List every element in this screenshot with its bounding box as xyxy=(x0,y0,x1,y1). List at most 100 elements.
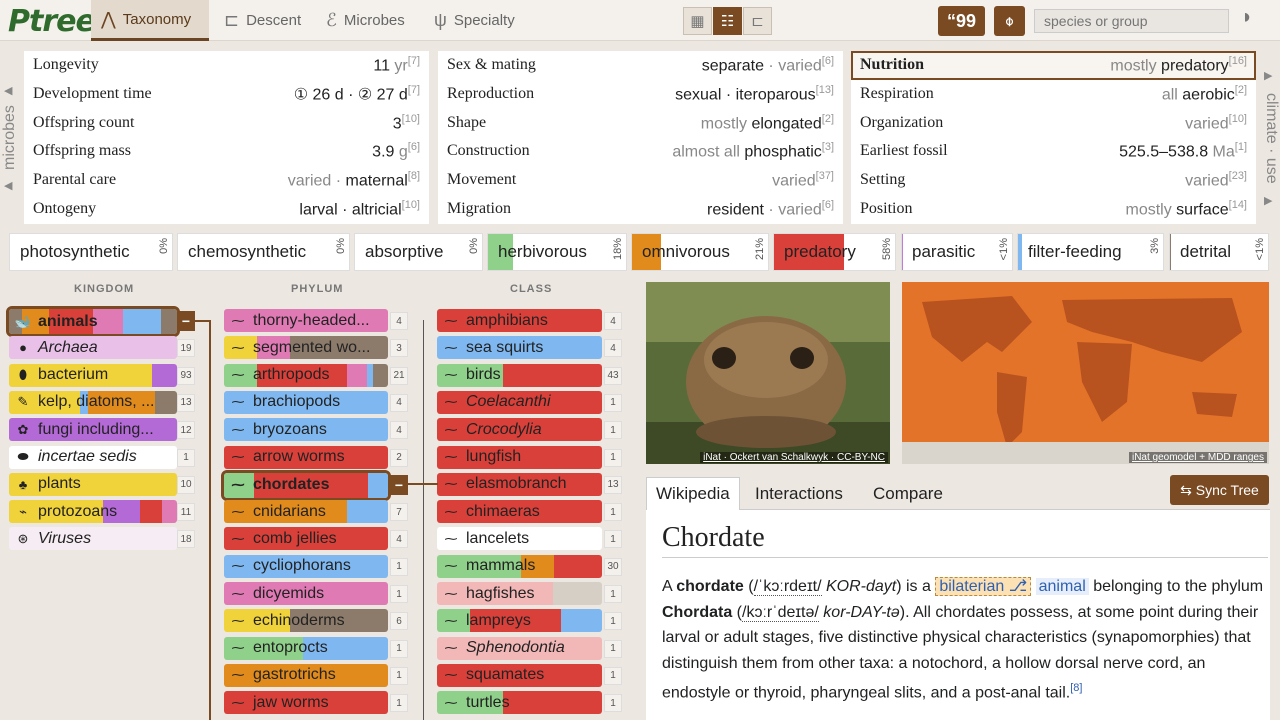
kingdoms-node-viruses[interactable]: ⊛ Viruses xyxy=(9,527,177,551)
fact-ontogeny[interactable]: Ontogeny larval · altricial[10] xyxy=(24,194,429,223)
phyla-node-chordates[interactable]: ⁓ chordates xyxy=(221,469,391,501)
microbes-arrow-down-icon[interactable]: ◀ xyxy=(4,179,12,192)
cite-button[interactable]: “99 xyxy=(938,6,985,36)
photo-caption[interactable]: iNat · Ockert van Schalkwyk · CC-BY-NC xyxy=(700,452,888,463)
search-input[interactable] xyxy=(1034,9,1229,33)
kingdoms-node-animals[interactable]: 🐋 animals xyxy=(6,306,180,337)
phyla-node-thorny-headed-[interactable]: ⁓ thorny-headed... xyxy=(224,309,388,332)
kingdoms-node-archaea[interactable]: ● Archaea xyxy=(9,336,177,360)
ptree-logo[interactable]: Ptree xyxy=(8,4,96,39)
phyla-node-comb-jellies[interactable]: ⁓ comb jellies xyxy=(224,527,388,551)
tab-interactions[interactable]: Interactions xyxy=(746,477,852,510)
species-photo[interactable]: iNat · Ockert van Schalkwyk · CC-BY-NC xyxy=(646,282,890,464)
phyla-node-bryozoans[interactable]: ⁓ bryozoans xyxy=(224,418,388,442)
diet-detrital[interactable]: detrital <1% xyxy=(1169,233,1269,271)
classes-node-sphenodontia[interactable]: ⁓ Sphenodontia xyxy=(437,636,602,660)
classes-node-crocodylia[interactable]: ⁓ Crocodylia xyxy=(437,418,602,442)
collapse-button[interactable]: − xyxy=(177,311,195,331)
classes-node-birds[interactable]: ⁓ birds xyxy=(437,363,602,387)
classes-node-chimaeras[interactable]: ⁓ chimaeras xyxy=(437,500,602,524)
fact-setting[interactable]: Setting varied[23] xyxy=(851,166,1256,195)
range-map[interactable]: iNat geomodel + MDD ranges xyxy=(902,282,1269,464)
fact-longevity[interactable]: Longevity 11 yr[7] xyxy=(24,51,429,80)
tab-wikipedia[interactable]: Wikipedia xyxy=(646,477,740,510)
diet-herbivorous[interactable]: herbivorous 18% xyxy=(487,233,627,271)
climate-use-side-toggle[interactable]: climate · use xyxy=(1262,86,1280,191)
fact-organization[interactable]: Organization varied[10] xyxy=(851,108,1256,137)
fact-sex-mating[interactable]: Sex & mating separate · varied[6] xyxy=(438,51,843,80)
microbes-arrow-up-icon[interactable]: ◀ xyxy=(4,84,12,97)
grid-view-button[interactable]: ▦ xyxy=(683,7,712,35)
kingdoms-node-protozoans[interactable]: ⌁ protozoans xyxy=(9,500,177,524)
classes-node-amphibians[interactable]: ⁓ amphibians xyxy=(437,309,602,332)
fact-respiration[interactable]: Respiration all aerobic[2] xyxy=(851,80,1256,109)
phyla-node-cnidarians[interactable]: ⁓ cnidarians xyxy=(224,500,388,524)
classes-node-mammals[interactable]: ⁓ mammals xyxy=(437,554,602,578)
tab-descent[interactable]: ⊏ Descent xyxy=(214,0,314,41)
classes-node-coelacanthi[interactable]: ⁓ Coelacanthi xyxy=(437,390,602,414)
tab-microbes[interactable]: ℰ Microbes xyxy=(316,0,422,41)
classes-node-hagfishes[interactable]: ⁓ hagfishes xyxy=(437,582,602,605)
diet-omnivorous[interactable]: omnivorous 21% xyxy=(631,233,769,271)
microbes-side-toggle[interactable]: microbes xyxy=(1,98,19,178)
classes-node-turtles[interactable]: ⁓ turtles xyxy=(437,691,602,715)
classes-node-squamates[interactable]: ⁓ squamates xyxy=(437,663,602,687)
node-label: bacterium xyxy=(38,366,109,384)
animal-link[interactable]: animal xyxy=(1035,578,1089,595)
tab-compare[interactable]: Compare xyxy=(864,477,952,510)
fact-reproduction[interactable]: Reproduction sexual · iteroparous[13] xyxy=(438,80,843,109)
fact-position[interactable]: Position mostly surface[14] xyxy=(851,194,1256,223)
map-caption[interactable]: iNat geomodel + MDD ranges xyxy=(1128,452,1267,463)
tab-specialty[interactable]: ψ Specialty xyxy=(424,0,524,41)
phyla-node-entoprocts[interactable]: ⁓ entoprocts xyxy=(224,636,388,660)
kingdoms-node-bacterium[interactable]: ⬮ bacterium xyxy=(9,363,177,387)
diet-photosynthetic[interactable]: photosynthetic 0% xyxy=(9,233,173,271)
phyla-node-arrow-worms[interactable]: ⁓ arrow worms xyxy=(224,445,388,469)
phyla-node-dicyemids[interactable]: ⁓ dicyemids xyxy=(224,582,388,605)
dark-mode-toggle[interactable]: ◗ xyxy=(1241,6,1253,29)
classes-node-lancelets[interactable]: ⁓ lancelets xyxy=(437,527,602,551)
phyla-node-arthropods[interactable]: ⁓ arthropods xyxy=(224,363,388,387)
fact-earliest-fossil[interactable]: Earliest fossil 525.5–538.8 Ma[1] xyxy=(851,137,1256,166)
kingdoms-node-incertae-sedis[interactable]: ⬬ incertae sedis xyxy=(9,445,177,469)
phyla-node-echinoderms[interactable]: ⁓ echinoderms xyxy=(224,609,388,633)
fact-construction[interactable]: Construction almost all phosphatic[3] xyxy=(438,137,843,166)
diet-filter-feeding[interactable]: filter-feeding 3% xyxy=(1017,233,1164,271)
diet-absorptive[interactable]: absorptive 0% xyxy=(354,233,483,271)
fact-shape[interactable]: Shape mostly elongated[2] xyxy=(438,108,843,137)
thermometer-button[interactable]: ⌽ xyxy=(994,6,1025,36)
diet-parasitic[interactable]: parasitic <1% xyxy=(901,233,1013,271)
fact-offspring-mass[interactable]: Offspring mass 3.9 g[6] xyxy=(24,137,429,166)
diet-chemosynthetic[interactable]: chemosynthetic 0% xyxy=(177,233,350,271)
phyla-node-brachiopods[interactable]: ⁓ brachiopods xyxy=(224,390,388,414)
bilaterian-link[interactable]: bilaterian ⎇ xyxy=(935,577,1032,596)
citation-link[interactable]: [8] xyxy=(1070,682,1082,694)
diet-predatory[interactable]: predatory 58% xyxy=(773,233,896,271)
phyla-node-gastrotrichs[interactable]: ⁓ gastrotrichs xyxy=(224,663,388,687)
kingdoms-node-plants[interactable]: ♣ plants xyxy=(9,472,177,496)
tree-view-button[interactable]: ☷ xyxy=(713,7,742,35)
fact-offspring-count[interactable]: Offspring count 3[10] xyxy=(24,108,429,137)
branch-view-button[interactable]: ⊏ xyxy=(743,7,772,35)
fact-nutrition[interactable]: Nutrition mostly predatory[16] xyxy=(851,51,1256,80)
fact-migration[interactable]: Migration resident · varied[6] xyxy=(438,194,843,223)
collapse-button[interactable]: − xyxy=(390,474,408,495)
classes-node-sea-squirts[interactable]: ⁓ sea squirts xyxy=(437,336,602,360)
kingdoms-node-kelp-diatoms-[interactable]: ✎ kelp, diatoms, ... xyxy=(9,390,177,414)
kingdoms-node-fungi-including-[interactable]: ✿ fungi including... xyxy=(9,418,177,442)
climate-arrow-down-icon[interactable]: ▶ xyxy=(1264,194,1272,207)
phyla-node-segmented-wo-[interactable]: ⁓ segmented wo... xyxy=(224,336,388,360)
sync-tree-button[interactable]: ⇆ Sync Tree xyxy=(1170,475,1269,505)
climate-arrow-up-icon[interactable]: ▶ xyxy=(1264,69,1272,82)
classes-node-lungfish[interactable]: ⁓ lungfish xyxy=(437,445,602,469)
phyla-node-cycliophorans[interactable]: ⁓ cycliophorans xyxy=(224,554,388,578)
tab-taxonomy[interactable]: ⋀ Taxonomy xyxy=(91,0,209,41)
node-count: 13 xyxy=(177,393,195,412)
classes-node-lampreys[interactable]: ⁓ lampreys xyxy=(437,609,602,633)
fact-development-time[interactable]: Development time ① 26 d · ② 27 d[7] xyxy=(24,80,429,109)
node-label: arthropods xyxy=(253,366,330,384)
phyla-node-jaw-worms[interactable]: ⁓ jaw worms xyxy=(224,691,388,715)
fact-parental-care[interactable]: Parental care varied · maternal[8] xyxy=(24,166,429,195)
fact-movement[interactable]: Movement varied[37] xyxy=(438,166,843,195)
classes-node-elasmobranch[interactable]: ⁓ elasmobranch xyxy=(437,472,602,496)
